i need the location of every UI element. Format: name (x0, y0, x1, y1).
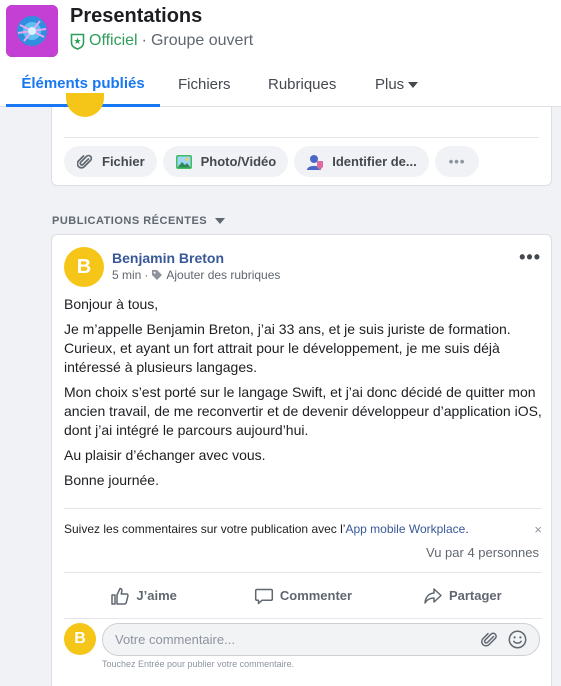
group-avatar[interactable] (6, 5, 58, 57)
seen-by-count[interactable]: Vu par 4 personnes (426, 545, 539, 560)
recent-posts-title: PUBLICATIONS RÉCENTES (52, 215, 208, 227)
tag-icon (152, 270, 163, 280)
thumbs-up-icon (111, 587, 130, 605)
speech-bubble-icon (254, 588, 273, 604)
notice-text: Suivez les commentaires sur votre public… (64, 522, 346, 536)
workplace-app-notice: Suivez les commentaires sur votre public… (64, 508, 542, 537)
post-time[interactable]: 5 min (112, 268, 141, 282)
group-subtitle: Officiel · Groupe ouvert (70, 32, 253, 50)
tab-files[interactable]: Fichiers (178, 62, 231, 107)
group-type: Groupe ouvert (150, 32, 254, 49)
post-paragraph: Bonjour à tous, (64, 296, 159, 312)
tag-people-button-label: Identifier de... (332, 154, 417, 169)
workplace-app-link[interactable]: App mobile Workplace (345, 522, 465, 536)
tag-user-icon (306, 153, 324, 171)
post-paragraph: Mon choix s’est porté sur le langage Swi… (64, 384, 542, 438)
caret-down-icon (215, 218, 226, 224)
photo-video-button-label: Photo/Vidéo (200, 154, 277, 169)
caret-down-icon (408, 81, 419, 88)
composer-avatar (66, 93, 104, 117)
more-icon: ••• (448, 154, 466, 169)
comment-label: Commenter (279, 588, 353, 603)
close-icon[interactable]: × (534, 522, 542, 537)
tab-more[interactable]: Plus (375, 62, 419, 107)
group-avatar-art-icon (6, 5, 58, 57)
subtitle-separator: · (141, 32, 147, 49)
recent-posts-header[interactable]: PUBLICATIONS RÉCENTES (52, 215, 226, 227)
like-label: J’aime (136, 588, 177, 603)
tag-people-button[interactable]: Identifier de... (294, 146, 429, 177)
like-button[interactable]: J’aime (64, 586, 223, 606)
post-meta: 5 min · Ajouter des rubriques (112, 268, 280, 282)
post-actions: J’aime Commenter Partager (64, 572, 542, 619)
composer-panel: Fichier Photo/Vidéo Identifier de... ••• (51, 93, 552, 186)
share-arrow-icon (424, 587, 442, 604)
file-button[interactable]: Fichier (64, 146, 157, 177)
file-button-label: Fichier (102, 154, 145, 169)
photo-video-button[interactable]: Photo/Vidéo (162, 146, 289, 177)
photo-icon (175, 153, 193, 171)
post-paragraph: Bonne journée. (64, 472, 159, 488)
official-badge-icon (70, 33, 85, 50)
author-avatar[interactable]: B (64, 247, 104, 287)
paperclip-icon (76, 153, 94, 171)
tab-topics[interactable]: Rubriques (268, 62, 336, 107)
author-name[interactable]: Benjamin Breton (112, 250, 224, 266)
composer-actions: Fichier Photo/Vidéo Identifier de... ••• (64, 146, 480, 177)
notice-end: . (465, 522, 469, 536)
official-label: Officiel (89, 32, 138, 49)
comment-button[interactable]: Commenter (223, 586, 382, 606)
share-button[interactable]: Partager (383, 586, 542, 606)
more-options-button[interactable]: ••• (434, 146, 480, 177)
comment-hint: Touchez Entrée pour publier votre commen… (102, 659, 295, 669)
composer-divider (64, 137, 539, 138)
share-label: Partager (448, 588, 502, 603)
group-header: Presentations Officiel · Groupe ouvert É… (0, 0, 561, 107)
comment-box[interactable] (102, 623, 540, 656)
tab-more-label: Plus (375, 76, 405, 93)
post-body: Bonjour à tous, Je m’appelle Benjamin Br… (64, 295, 542, 496)
emoji-icon[interactable] (508, 630, 527, 649)
paperclip-icon[interactable] (481, 631, 499, 649)
post-card: B Benjamin Breton 5 min · Ajouter des ru… (51, 234, 552, 686)
post-paragraph: Je m’appelle Benjamin Breton, j’ai 33 an… (64, 321, 511, 375)
comment-composer: B (64, 623, 542, 657)
add-topics-link[interactable]: Ajouter des rubriques (166, 268, 280, 282)
comment-input[interactable] (115, 624, 465, 655)
post-paragraph: Au plaisir d’échanger avec vous. (64, 447, 266, 463)
commenter-avatar: B (64, 623, 96, 655)
group-title[interactable]: Presentations (70, 5, 202, 28)
post-options-icon[interactable]: ••• (519, 247, 541, 268)
meta-separator: · (144, 268, 149, 282)
